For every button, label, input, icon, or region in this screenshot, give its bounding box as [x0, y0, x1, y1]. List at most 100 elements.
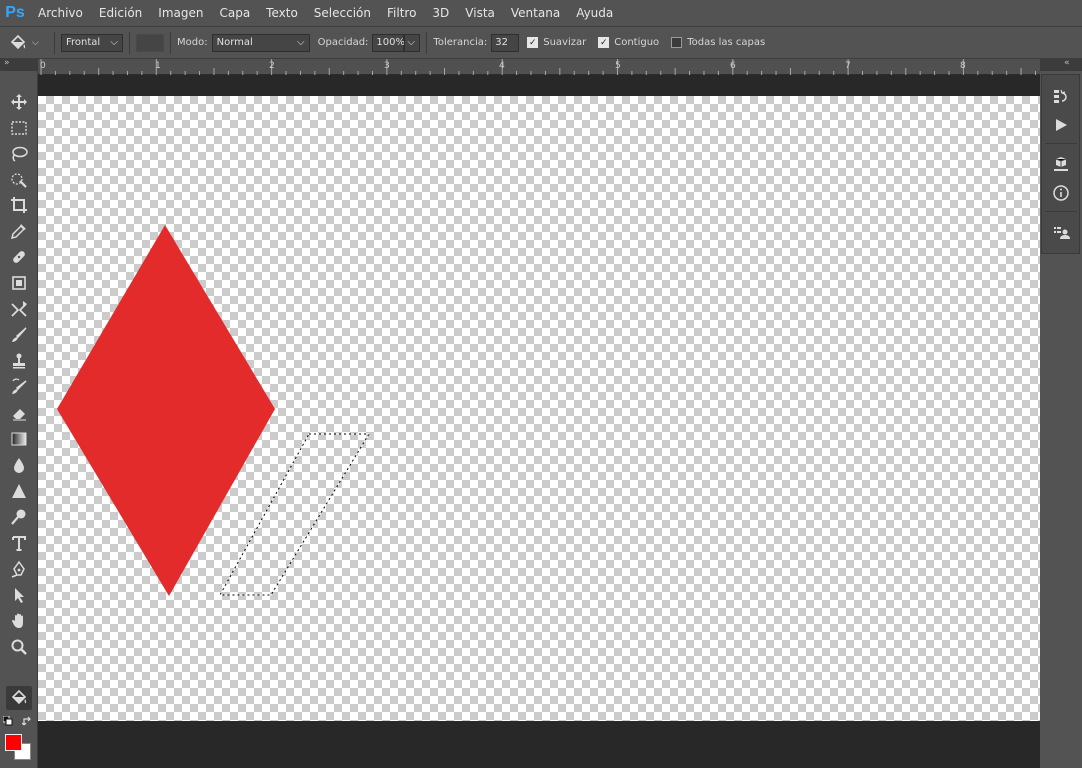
paint-bucket-tool[interactable]	[6, 686, 32, 710]
move-tool[interactable]	[6, 90, 32, 114]
ruler-label: 8	[960, 61, 966, 71]
options-bar: ⌵ Frontal ⌵ Modo: Normal ⌵ Opacidad: 100…	[0, 26, 1082, 59]
menu-ventana[interactable]: Ventana	[503, 0, 568, 26]
all-layers-label: Todas las capas	[687, 37, 766, 48]
info-icon	[1053, 185, 1069, 201]
quick-selection-tool[interactable]	[6, 168, 32, 192]
clone-stamp-tool[interactable]	[6, 349, 32, 373]
play-icon	[1056, 119, 1067, 131]
tolerance-input[interactable]: 32	[491, 33, 520, 52]
zoom-tool[interactable]	[6, 635, 32, 659]
ruler-label: 1	[155, 61, 161, 71]
divider	[129, 31, 130, 54]
lasso-icon	[12, 146, 28, 162]
drop-icon	[14, 458, 24, 473]
path-selection-tool[interactable]	[6, 583, 32, 607]
pattern-picker[interactable]	[136, 33, 164, 52]
bandage-icon	[13, 251, 25, 263]
ruler-label: 3	[384, 61, 390, 71]
dock-divider	[1045, 143, 1077, 144]
menu-vista[interactable]: Vista	[457, 0, 503, 26]
opacity-label: Opacidad:	[317, 37, 369, 48]
dodge-tool[interactable]	[6, 505, 32, 529]
ruler-label: 7	[845, 61, 851, 71]
type-icon	[12, 536, 26, 551]
history-icon	[1054, 89, 1067, 103]
collapsed-panels	[1041, 74, 1080, 254]
all-layers-checkbox[interactable]	[671, 37, 683, 48]
3d-panel-button[interactable]	[1049, 152, 1073, 176]
actions-panel-button[interactable]	[1049, 113, 1073, 137]
all-layers-option[interactable]: Todas las capas	[671, 37, 769, 48]
brush-tool[interactable]	[6, 323, 32, 347]
blur-tool[interactable]	[6, 453, 32, 477]
history-brush-icon	[12, 378, 27, 394]
history-brush-tool[interactable]	[6, 375, 32, 399]
collapse-panels-button[interactable]: «	[1064, 58, 1070, 68]
tool-preset-picker[interactable]: ⌵	[8, 33, 48, 53]
history-panel-button[interactable]	[1049, 85, 1073, 109]
sharpen-tool[interactable]	[6, 479, 32, 503]
menu-3d[interactable]: 3D	[424, 0, 457, 26]
content-aware-move-tool[interactable]	[6, 297, 32, 321]
smooth-checkbox[interactable]: ✓	[527, 37, 539, 48]
opacity-slider-button[interactable]: ⌵	[404, 33, 421, 52]
marquee-tool[interactable]	[6, 116, 32, 140]
menu-ayuda[interactable]: Ayuda	[568, 0, 621, 26]
collapse-tools-button[interactable]: »	[4, 58, 10, 68]
move-icon	[11, 94, 27, 110]
ruler-label: 6	[730, 61, 736, 71]
red-diamond-shape[interactable]	[57, 225, 275, 596]
photoshop-logo: Ps	[5, 4, 25, 21]
crop-icon	[11, 197, 27, 213]
menu-capa[interactable]: Capa	[211, 0, 258, 26]
paint-bucket-icon	[10, 34, 26, 49]
menu-filtro[interactable]: Filtro	[379, 0, 424, 26]
gradient-tool[interactable]	[6, 427, 32, 451]
lasso-tool[interactable]	[6, 142, 32, 166]
info-panel-button[interactable]	[1049, 181, 1073, 205]
foreground-color-swatch[interactable]	[5, 734, 22, 751]
chevron-down-icon: ⌵	[297, 37, 305, 48]
document-workspace[interactable]	[38, 75, 1040, 768]
patch-tool[interactable]	[6, 271, 32, 295]
menu-seleccion[interactable]: Selección	[306, 0, 379, 26]
chevron-down-icon: ⌵	[32, 37, 39, 48]
menu-texto[interactable]: Texto	[258, 0, 306, 26]
eyedropper-tool[interactable]	[6, 219, 32, 243]
eraser-tool[interactable]	[6, 401, 32, 425]
swap-colors-icon[interactable]	[22, 716, 33, 727]
brush-icon	[12, 327, 27, 342]
canvas-artwork	[57, 225, 370, 596]
ruler-label: 0	[40, 61, 46, 71]
magnifier-icon	[11, 639, 27, 655]
horizontal-ruler[interactable]: 0 1 2 3 4 5 6 7 8	[38, 59, 1040, 75]
eyedropper-icon	[10, 224, 26, 240]
fill-source-select[interactable]: Frontal ⌵	[61, 33, 123, 52]
right-panel-dock	[1040, 71, 1082, 768]
menu-edicion[interactable]: Edición	[91, 0, 150, 26]
gradient-icon	[11, 432, 27, 446]
menu-imagen[interactable]: Imagen	[150, 0, 211, 26]
opacity-input[interactable]: 100%	[372, 33, 405, 52]
healing-brush-tool[interactable]	[6, 245, 32, 269]
default-colors-icon[interactable]	[3, 716, 13, 726]
layer-comps-icon	[1054, 227, 1070, 239]
smooth-option[interactable]: ✓ Suavizar	[527, 37, 590, 48]
crop-tool[interactable]	[6, 193, 32, 217]
type-tool[interactable]	[6, 531, 32, 555]
hand-icon	[12, 613, 23, 628]
contiguous-checkbox[interactable]: ✓	[598, 37, 610, 48]
mode-select[interactable]: Normal ⌵	[211, 33, 310, 52]
ruler-label: 4	[499, 61, 505, 71]
hand-tool[interactable]	[6, 609, 32, 633]
menu-archivo[interactable]: Archivo	[30, 0, 91, 26]
patch-icon	[12, 276, 26, 290]
fill-source-value: Frontal	[66, 37, 101, 48]
transparent-canvas[interactable]	[38, 96, 1040, 721]
rectangular-marquee-icon	[11, 121, 27, 135]
layer-comps-panel-button[interactable]	[1049, 221, 1073, 245]
pen-tool[interactable]	[6, 557, 32, 581]
contiguous-option[interactable]: ✓ Contiguo	[598, 37, 663, 48]
pen-icon	[11, 560, 25, 578]
